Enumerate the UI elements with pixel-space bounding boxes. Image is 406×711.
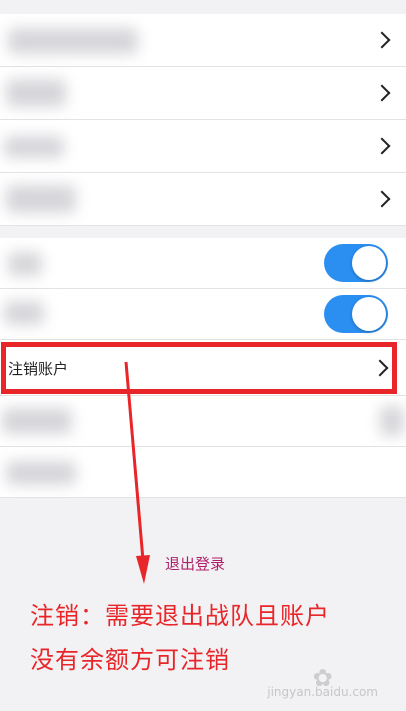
watermark: ✿ jingyan.baidu.com: [267, 664, 378, 699]
logout-annotation: 退出登录: [165, 555, 226, 573]
note-line-2: 没有余额方可注销: [30, 646, 230, 674]
paw-logo-icon: ✿: [312, 664, 333, 692]
watermark-site: jingyan.baidu.com: [267, 685, 378, 699]
arrow-shaft: [124, 361, 145, 561]
arrow-head: [136, 555, 150, 584]
note-line-1: 注销：需要退出战队且账户: [30, 602, 330, 630]
